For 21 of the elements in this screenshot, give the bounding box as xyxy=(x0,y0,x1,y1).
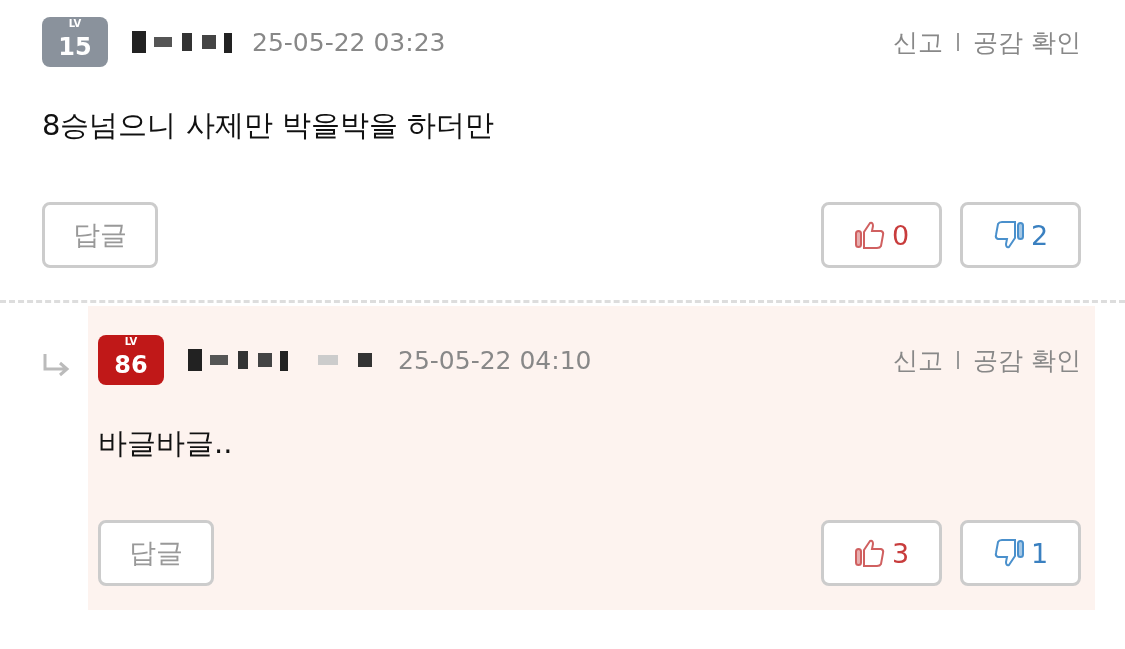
comment-text: 8승넘으니 사제만 박을박을 하더만 xyxy=(42,107,496,144)
report-link[interactable]: 신고 xyxy=(893,25,944,59)
like-button[interactable]: 0 xyxy=(821,202,942,268)
thumbs-up-icon xyxy=(853,220,886,250)
comment-text: 바글바글.. xyxy=(98,425,234,462)
dislike-button[interactable]: 1 xyxy=(960,520,1081,586)
reply-button[interactable]: 답글 xyxy=(98,520,214,586)
thumbs-down-icon xyxy=(992,220,1025,250)
thumbs-up-icon xyxy=(853,538,886,568)
report-link[interactable]: 신고 xyxy=(893,343,944,377)
level-badge: LV 15 xyxy=(42,17,108,67)
thumbs-down-icon xyxy=(992,538,1025,568)
level-badge: LV 86 xyxy=(98,335,164,385)
likes-link[interactable]: 공감 확인 xyxy=(973,25,1081,59)
reply-arrow-icon xyxy=(42,353,70,377)
like-button[interactable]: 3 xyxy=(821,520,942,586)
likes-link[interactable]: 공감 확인 xyxy=(973,343,1081,377)
reply-button[interactable]: 답글 xyxy=(42,202,158,268)
comment-date: 25-05-22 03:23 xyxy=(252,27,446,57)
dislike-button[interactable]: 2 xyxy=(960,202,1081,268)
comment-date: 25-05-22 04:10 xyxy=(398,345,592,375)
